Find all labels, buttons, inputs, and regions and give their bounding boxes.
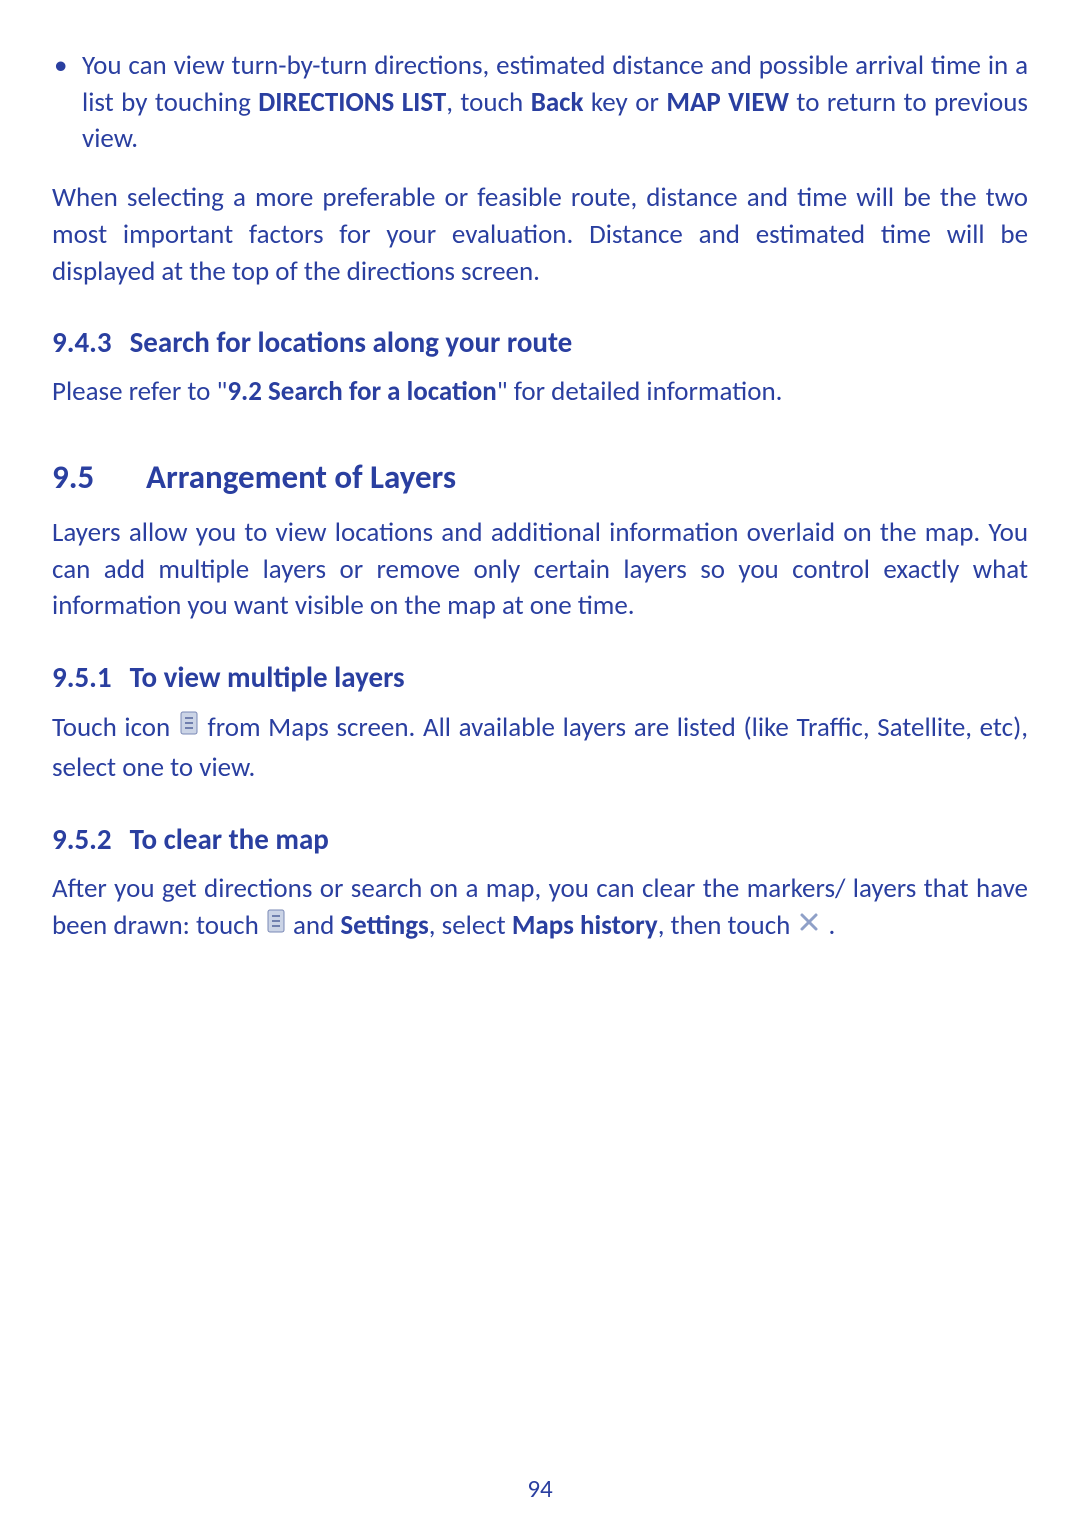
layers-icon xyxy=(267,907,285,944)
text: , select xyxy=(429,909,512,942)
bullet-text: You can view turn-by-turn directions, es… xyxy=(82,48,1028,158)
text-bold: Back xyxy=(531,86,584,119)
bullet-marker: • xyxy=(52,48,82,85)
heading-number: 9.5.2 xyxy=(52,821,112,857)
text-bold: 9.2 Search for a location xyxy=(227,375,496,408)
heading-9-5-2: 9.5.2 To clear the map xyxy=(52,821,1028,857)
text-bold: MAP VIEW xyxy=(666,86,789,119)
paragraph: When selecting a more preferable or feas… xyxy=(52,180,1028,290)
heading-9-5: 9.5 Arrangement of Layers xyxy=(52,457,1028,497)
heading-title: Search for locations along your route xyxy=(130,324,573,360)
text: Touch icon xyxy=(52,711,178,744)
heading-title: To clear the map xyxy=(130,821,329,857)
text: . xyxy=(829,909,836,942)
heading-9-5-1: 9.5.1 To view multiple layers xyxy=(52,659,1028,695)
paragraph: After you get directions or search on a … xyxy=(52,871,1028,948)
manual-page: • You can view turn-by-turn directions, … xyxy=(0,0,1080,1534)
text-bold: DIRECTIONS LIST xyxy=(258,86,446,119)
heading-number: 9.5 xyxy=(52,457,146,497)
text: , touch xyxy=(446,86,530,119)
text: , then touch xyxy=(658,909,797,942)
text-bold: Maps history xyxy=(512,909,658,942)
paragraph: Please refer to "9.2 Search for a locati… xyxy=(52,374,1028,411)
bullet-item: • You can view turn-by-turn directions, … xyxy=(52,48,1028,158)
text: key or xyxy=(583,86,666,119)
layers-icon xyxy=(180,709,198,746)
heading-9-4-3: 9.4.3 Search for locations along your ro… xyxy=(52,324,1028,360)
paragraph: Touch icon from Maps screen. All availab… xyxy=(52,709,1028,786)
heading-number: 9.4.3 xyxy=(52,324,112,360)
text: from Maps screen. All available layers a… xyxy=(52,711,1028,784)
text-bold: Settings xyxy=(340,909,428,942)
heading-number: 9.5.1 xyxy=(52,659,112,695)
text: Please refer to " xyxy=(52,375,227,408)
page-number: 94 xyxy=(0,1473,1080,1504)
paragraph: Layers allow you to view locations and a… xyxy=(52,515,1028,625)
text: and xyxy=(293,909,340,942)
text: " for detailed information. xyxy=(497,375,783,408)
heading-title: To view multiple layers xyxy=(130,659,405,695)
heading-title: Arrangement of Layers xyxy=(146,457,456,497)
close-icon xyxy=(798,907,820,944)
